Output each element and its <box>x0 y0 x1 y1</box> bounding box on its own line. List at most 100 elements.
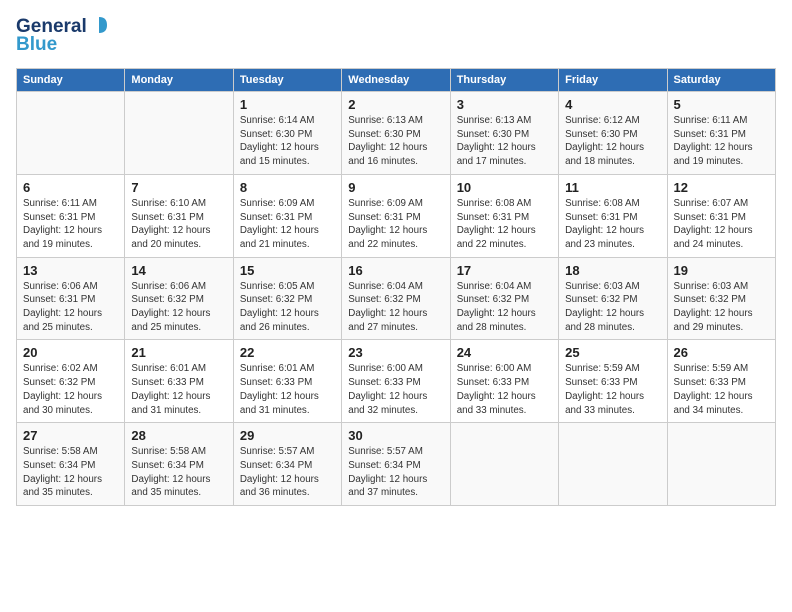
day-detail: Sunrise: 6:03 AM Sunset: 6:32 PM Dayligh… <box>565 281 644 333</box>
day-detail: Sunrise: 6:12 AM Sunset: 6:30 PM Dayligh… <box>565 115 644 167</box>
calendar-cell: 8 Sunrise: 6:09 AM Sunset: 6:31 PM Daylig… <box>233 174 341 257</box>
page-header: General Blue <box>16 16 776 56</box>
day-number: 26 <box>674 345 769 360</box>
calendar-cell: 21 Sunrise: 6:01 AM Sunset: 6:33 PM Dayli… <box>125 340 233 423</box>
day-number: 4 <box>565 97 660 112</box>
day-number: 16 <box>348 263 443 278</box>
col-header-monday: Monday <box>125 69 233 92</box>
day-detail: Sunrise: 6:14 AM Sunset: 6:30 PM Dayligh… <box>240 115 319 167</box>
calendar-cell <box>125 92 233 175</box>
calendar-cell: 14 Sunrise: 6:06 AM Sunset: 6:32 PM Dayli… <box>125 257 233 340</box>
day-number: 13 <box>23 263 118 278</box>
logo: General Blue <box>16 16 109 56</box>
day-detail: Sunrise: 6:06 AM Sunset: 6:32 PM Dayligh… <box>131 281 210 333</box>
day-number: 21 <box>131 345 226 360</box>
calendar-cell: 24 Sunrise: 6:00 AM Sunset: 6:33 PM Dayli… <box>450 340 558 423</box>
calendar-cell <box>450 423 558 506</box>
day-number: 25 <box>565 345 660 360</box>
day-detail: Sunrise: 6:11 AM Sunset: 6:31 PM Dayligh… <box>23 198 102 250</box>
day-detail: Sunrise: 6:11 AM Sunset: 6:31 PM Dayligh… <box>674 115 753 167</box>
day-detail: Sunrise: 6:03 AM Sunset: 6:32 PM Dayligh… <box>674 281 753 333</box>
day-number: 14 <box>131 263 226 278</box>
col-header-sunday: Sunday <box>17 69 125 92</box>
calendar-cell: 28 Sunrise: 5:58 AM Sunset: 6:34 PM Dayli… <box>125 423 233 506</box>
calendar-table: SundayMondayTuesdayWednesdayThursdayFrid… <box>16 68 776 506</box>
day-detail: Sunrise: 6:06 AM Sunset: 6:31 PM Dayligh… <box>23 281 102 333</box>
day-number: 9 <box>348 180 443 195</box>
day-number: 8 <box>240 180 335 195</box>
day-number: 1 <box>240 97 335 112</box>
day-detail: Sunrise: 6:04 AM Sunset: 6:32 PM Dayligh… <box>457 281 536 333</box>
day-detail: Sunrise: 5:57 AM Sunset: 6:34 PM Dayligh… <box>240 446 319 498</box>
calendar-cell: 27 Sunrise: 5:58 AM Sunset: 6:34 PM Dayli… <box>17 423 125 506</box>
day-detail: Sunrise: 5:57 AM Sunset: 6:34 PM Dayligh… <box>348 446 427 498</box>
logo-blue-text: Blue <box>16 34 57 56</box>
day-detail: Sunrise: 6:13 AM Sunset: 6:30 PM Dayligh… <box>348 115 427 167</box>
day-detail: Sunrise: 6:01 AM Sunset: 6:33 PM Dayligh… <box>240 363 319 415</box>
logo-icon <box>89 15 109 35</box>
day-detail: Sunrise: 6:00 AM Sunset: 6:33 PM Dayligh… <box>457 363 536 415</box>
calendar-cell: 30 Sunrise: 5:57 AM Sunset: 6:34 PM Dayli… <box>342 423 450 506</box>
day-number: 3 <box>457 97 552 112</box>
day-detail: Sunrise: 6:13 AM Sunset: 6:30 PM Dayligh… <box>457 115 536 167</box>
day-number: 7 <box>131 180 226 195</box>
day-number: 2 <box>348 97 443 112</box>
day-detail: Sunrise: 6:10 AM Sunset: 6:31 PM Dayligh… <box>131 198 210 250</box>
day-detail: Sunrise: 6:09 AM Sunset: 6:31 PM Dayligh… <box>240 198 319 250</box>
day-detail: Sunrise: 5:59 AM Sunset: 6:33 PM Dayligh… <box>674 363 753 415</box>
day-number: 30 <box>348 428 443 443</box>
day-number: 5 <box>674 97 769 112</box>
calendar-cell: 17 Sunrise: 6:04 AM Sunset: 6:32 PM Dayli… <box>450 257 558 340</box>
calendar-cell: 6Sunrise: 6:11 AM Sunset: 6:31 PM Daylig… <box>17 174 125 257</box>
col-header-thursday: Thursday <box>450 69 558 92</box>
calendar-week-row: 27 Sunrise: 5:58 AM Sunset: 6:34 PM Dayli… <box>17 423 776 506</box>
calendar-cell: 10Sunrise: 6:08 AM Sunset: 6:31 PM Dayli… <box>450 174 558 257</box>
day-detail: Sunrise: 6:02 AM Sunset: 6:32 PM Dayligh… <box>23 363 102 415</box>
day-number: 22 <box>240 345 335 360</box>
calendar-cell: 9 Sunrise: 6:09 AM Sunset: 6:31 PM Daylig… <box>342 174 450 257</box>
col-header-friday: Friday <box>559 69 667 92</box>
day-number: 18 <box>565 263 660 278</box>
calendar-cell: 5 Sunrise: 6:11 AM Sunset: 6:31 PM Daylig… <box>667 92 775 175</box>
calendar-cell <box>17 92 125 175</box>
calendar-cell: 13 Sunrise: 6:06 AM Sunset: 6:31 PM Dayli… <box>17 257 125 340</box>
day-number: 10 <box>457 180 552 195</box>
day-number: 27 <box>23 428 118 443</box>
day-number: 28 <box>131 428 226 443</box>
calendar-week-row: 13 Sunrise: 6:06 AM Sunset: 6:31 PM Dayli… <box>17 257 776 340</box>
calendar-cell: 15 Sunrise: 6:05 AM Sunset: 6:32 PM Dayli… <box>233 257 341 340</box>
calendar-cell <box>667 423 775 506</box>
calendar-week-row: 6Sunrise: 6:11 AM Sunset: 6:31 PM Daylig… <box>17 174 776 257</box>
col-header-wednesday: Wednesday <box>342 69 450 92</box>
col-header-saturday: Saturday <box>667 69 775 92</box>
calendar-header-row: SundayMondayTuesdayWednesdayThursdayFrid… <box>17 69 776 92</box>
day-detail: Sunrise: 6:07 AM Sunset: 6:31 PM Dayligh… <box>674 198 753 250</box>
calendar-cell: 25 Sunrise: 5:59 AM Sunset: 6:33 PM Dayli… <box>559 340 667 423</box>
day-number: 20 <box>23 345 118 360</box>
calendar-week-row: 20 Sunrise: 6:02 AM Sunset: 6:32 PM Dayli… <box>17 340 776 423</box>
day-detail: Sunrise: 6:08 AM Sunset: 6:31 PM Dayligh… <box>565 198 644 250</box>
day-number: 23 <box>348 345 443 360</box>
day-number: 17 <box>457 263 552 278</box>
calendar-cell: 1 Sunrise: 6:14 AM Sunset: 6:30 PM Daylig… <box>233 92 341 175</box>
day-detail: Sunrise: 6:05 AM Sunset: 6:32 PM Dayligh… <box>240 281 319 333</box>
day-detail: Sunrise: 6:00 AM Sunset: 6:33 PM Dayligh… <box>348 363 427 415</box>
calendar-cell: 23 Sunrise: 6:00 AM Sunset: 6:33 PM Dayli… <box>342 340 450 423</box>
day-number: 11 <box>565 180 660 195</box>
day-number: 19 <box>674 263 769 278</box>
day-detail: Sunrise: 6:04 AM Sunset: 6:32 PM Dayligh… <box>348 281 427 333</box>
day-number: 29 <box>240 428 335 443</box>
day-detail: Sunrise: 5:58 AM Sunset: 6:34 PM Dayligh… <box>23 446 102 498</box>
day-detail: Sunrise: 6:09 AM Sunset: 6:31 PM Dayligh… <box>348 198 427 250</box>
calendar-cell: 4 Sunrise: 6:12 AM Sunset: 6:30 PM Daylig… <box>559 92 667 175</box>
day-detail: Sunrise: 5:58 AM Sunset: 6:34 PM Dayligh… <box>131 446 210 498</box>
calendar-cell: 16 Sunrise: 6:04 AM Sunset: 6:32 PM Dayli… <box>342 257 450 340</box>
day-number: 15 <box>240 263 335 278</box>
calendar-cell: 19 Sunrise: 6:03 AM Sunset: 6:32 PM Dayli… <box>667 257 775 340</box>
day-number: 12 <box>674 180 769 195</box>
day-detail: Sunrise: 6:01 AM Sunset: 6:33 PM Dayligh… <box>131 363 210 415</box>
calendar-cell: 22 Sunrise: 6:01 AM Sunset: 6:33 PM Dayli… <box>233 340 341 423</box>
day-detail: Sunrise: 5:59 AM Sunset: 6:33 PM Dayligh… <box>565 363 644 415</box>
col-header-tuesday: Tuesday <box>233 69 341 92</box>
day-number: 24 <box>457 345 552 360</box>
